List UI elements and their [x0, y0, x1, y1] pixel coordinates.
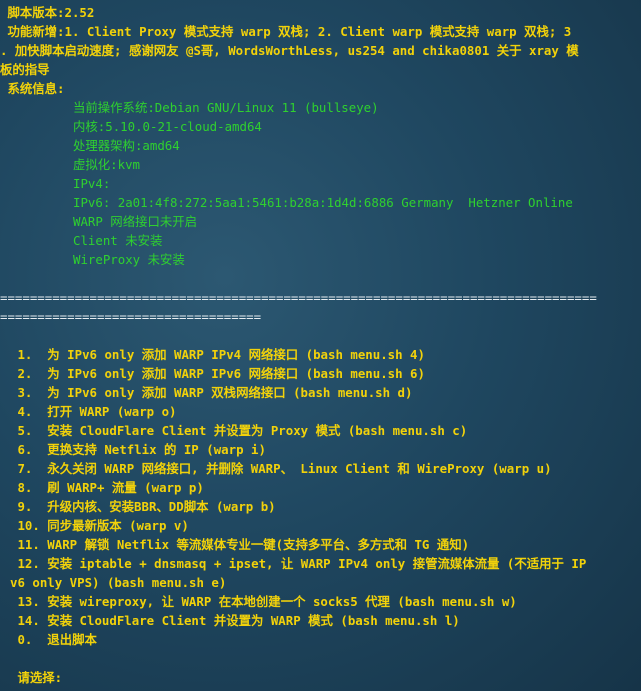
select-prompt[interactable]: 请选择: — [0, 668, 641, 687]
menu-item-3: 3. 为 IPv6 only 添加 WARP 双栈网络接口 (bash menu… — [10, 385, 413, 400]
separator-line-1: ========================================… — [0, 290, 597, 305]
menu-item-14: 14. 安装 CloudFlare Client 并设置为 WARP 模式 (b… — [10, 613, 460, 628]
menu-item-4: 4. 打开 WARP (warp o) — [10, 404, 177, 419]
separator-line-2: =================================== — [0, 309, 262, 324]
script-version: 脚本版本:2.52 — [0, 5, 95, 20]
menu-item-9: 9. 升级内核、安装BBR、DD脚本 (warp b) — [10, 499, 276, 514]
terminal-window[interactable]: 脚本版本:2.52 功能新增:1. Client Proxy 模式支持 warp… — [0, 0, 641, 691]
sysinfo-arch: 处理器架构:amd64 — [73, 138, 180, 153]
sysinfo-virt: 虚拟化:kvm — [73, 157, 141, 172]
features-line-1: 功能新增:1. Client Proxy 模式支持 warp 双栈; 2. Cl… — [0, 24, 572, 39]
menu-item-2: 2. 为 IPv6 only 添加 WARP IPv6 网络接口 (bash m… — [10, 366, 425, 381]
menu-item-6: 6. 更换支持 Netflix 的 IP (warp i) — [10, 442, 266, 457]
menu-item-10: 10. 同步最新版本 (warp v) — [10, 518, 189, 533]
sysinfo-ipv6: IPv6: 2a01:4f8:272:5aa1:5461:b28a:1d4d:6… — [73, 195, 573, 210]
menu-item-7: 7. 永久关闭 WARP 网络接口, 并删除 WARP、 Linux Clien… — [10, 461, 552, 476]
features-line-2: . 加快脚本启动速度; 感谢网友 @S哥, WordsWorthLess, us… — [0, 43, 579, 58]
sysinfo-label: 系统信息: — [0, 81, 65, 96]
sysinfo-wireproxy-status: WireProxy 未安装 — [73, 252, 185, 267]
features-line-3: 板的指导 — [0, 62, 50, 77]
menu-item-8: 8. 刷 WARP+ 流量 (warp p) — [10, 480, 204, 495]
sysinfo-warp-status: WARP 网络接口未开启 — [73, 214, 198, 229]
menu-item-12-continued: v6 only VPS) (bash menu.sh e) — [10, 575, 227, 590]
menu-item-12: 12. 安装 iptable + dnsmasq + ipset, 让 WARP… — [10, 556, 587, 571]
sysinfo-os: 当前操作系统:Debian GNU/Linux 11 (bullseye) — [73, 100, 379, 115]
menu-item-13: 13. 安装 wireproxy, 让 WARP 在本地创建一个 socks5 … — [10, 594, 517, 609]
menu-item-5: 5. 安装 CloudFlare Client 并设置为 Proxy 模式 (b… — [10, 423, 468, 438]
menu-item-0-exit: 0. 退出脚本 — [10, 632, 97, 647]
menu-item-1: 1. 为 IPv6 only 添加 WARP IPv4 网络接口 (bash m… — [10, 347, 425, 362]
menu-item-11: 11. WARP 解锁 Netflix 等流媒体专业一键(支持多平台、多方式和 … — [10, 537, 470, 552]
sysinfo-ipv4: IPv4: — [73, 176, 111, 191]
sysinfo-kernel: 内核:5.10.0-21-cloud-amd64 — [73, 119, 262, 134]
sysinfo-client-status: Client 未安装 — [73, 233, 163, 248]
